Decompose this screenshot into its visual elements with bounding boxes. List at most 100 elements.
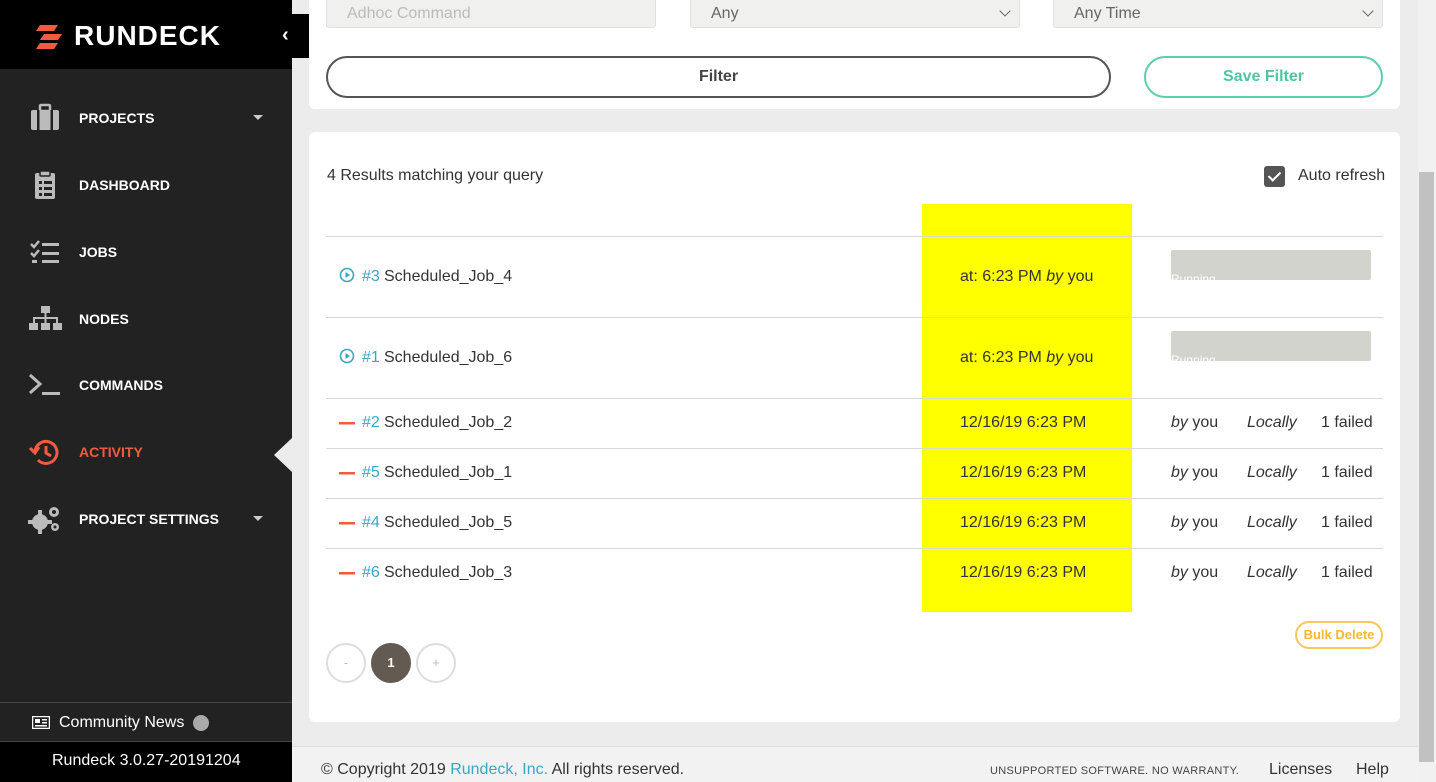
auto-refresh-checkbox[interactable] (1264, 166, 1285, 187)
sidebar-item-label: COMMANDS (79, 377, 163, 393)
execution-result: 1 failed (1321, 414, 1373, 431)
auto-refresh-toggle[interactable]: Auto refresh (1264, 166, 1386, 188)
executed-by: by you (1171, 414, 1218, 432)
execution-id-link[interactable]: #4 (362, 514, 380, 532)
save-filter-button[interactable]: Save Filter (1144, 56, 1383, 98)
sitemap-icon (29, 306, 62, 330)
running-play-icon (339, 348, 355, 364)
auto-refresh-label: Auto refresh (1298, 167, 1386, 184)
execution-result: 1 failed (1321, 564, 1373, 581)
job-name[interactable]: Scheduled_Job_1 (384, 464, 512, 482)
job-name[interactable]: Scheduled_Job_3 (384, 564, 512, 582)
by-text: by (1171, 414, 1188, 431)
scrollbar-thumb[interactable] (1419, 172, 1434, 762)
briefcase-icon (31, 103, 59, 130)
execution-row[interactable]: #3 Scheduled_Job_4 at: 6:23 PM by you Ru… (326, 236, 1383, 317)
sidebar-item-label: PROJECT SETTINGS (79, 511, 220, 527)
execution-id-link[interactable]: #3 (362, 268, 380, 286)
company-link[interactable]: Rundeck, Inc. (450, 761, 548, 778)
terminal-icon (28, 373, 60, 395)
executed-by: by you (1171, 564, 1218, 582)
execution-id-link[interactable]: #6 (362, 564, 380, 582)
sidebar-collapse-button[interactable]: ‹ (272, 14, 320, 58)
by-text: by (1046, 349, 1064, 366)
execution-time: at: 6:23 PM by you (960, 268, 1093, 286)
execution-node: Locally (1247, 564, 1297, 581)
time-text: at: 6:23 PM (960, 349, 1042, 366)
help-link[interactable]: Help (1356, 761, 1389, 779)
sidebar-item-dashboard[interactable]: DASHBOARD (0, 155, 292, 215)
failed-minus-icon (339, 522, 355, 525)
adhoc-command-input[interactable]: Adhoc Command (326, 0, 656, 28)
sidebar-item-projects[interactable]: PROJECTS (0, 88, 292, 148)
clipboard-icon (35, 170, 55, 199)
community-news-link[interactable]: Community News (0, 702, 292, 742)
sidebar-item-activity[interactable]: ACTIVITY (0, 422, 292, 482)
adhoc-command-placeholder: Adhoc Command (347, 5, 471, 22)
history-icon (28, 439, 59, 465)
copyright: © Copyright 2019 Rundeck, Inc. All right… (321, 761, 684, 779)
progress-bar: Running (1171, 331, 1371, 361)
time-select[interactable]: Any Time (1053, 0, 1383, 28)
sidebar-item-label: NODES (79, 311, 129, 327)
newspaper-icon (32, 716, 50, 729)
executed-by: by you (1171, 514, 1218, 532)
execution-row[interactable]: #5 Scheduled_Job_1 12/16/19 6:23 PM by y… (326, 448, 1383, 498)
job-name[interactable]: Scheduled_Job_6 (384, 349, 512, 367)
bulk-delete-button[interactable]: Bulk Delete (1295, 621, 1383, 649)
execution-node: Locally (1247, 514, 1297, 531)
page-scrollbar[interactable] (1418, 0, 1436, 782)
user-text: you (1067, 268, 1094, 285)
brand-header[interactable]: RUNDECK (0, 0, 292, 69)
execution-id-link[interactable]: #5 (362, 464, 380, 482)
sidebar-item-nodes[interactable]: NODES (0, 289, 292, 349)
execution-result: 1 failed (1321, 464, 1373, 481)
execution-time: at: 6:23 PM by you (960, 349, 1093, 367)
execution-id-link[interactable]: #1 (362, 349, 380, 367)
by-text: by (1171, 464, 1188, 481)
user-text: you (1192, 564, 1219, 581)
time-text: at: 6:23 PM (960, 268, 1042, 285)
user-text: you (1067, 349, 1094, 366)
execution-time: 12/16/19 6:23 PM (960, 514, 1087, 531)
by-text: by (1171, 514, 1188, 531)
user-text: you (1192, 514, 1219, 531)
sidebar-item-project-settings[interactable]: PROJECT SETTINGS (0, 489, 292, 549)
by-text: by (1171, 564, 1188, 581)
failed-minus-icon (339, 472, 355, 475)
execution-id-link[interactable]: #2 (362, 414, 380, 432)
status-select[interactable]: Any (690, 0, 1020, 28)
pagination-page-1[interactable]: 1 (371, 643, 411, 683)
job-name[interactable]: Scheduled_Job_4 (384, 268, 512, 286)
footer: © Copyright 2019 Rundeck, Inc. All right… (292, 746, 1418, 782)
pagination-prev-button[interactable]: - (326, 643, 366, 683)
execution-row[interactable]: #1 Scheduled_Job_6 at: 6:23 PM by you Ru… (326, 317, 1383, 398)
execution-node: Locally (1247, 464, 1297, 481)
time-select-value: Any Time (1074, 5, 1141, 22)
sidebar-item-label: ACTIVITY (79, 444, 143, 460)
brand-name: RUNDECK (74, 20, 221, 51)
user-text: you (1192, 464, 1219, 481)
job-name[interactable]: Scheduled_Job_5 (384, 514, 512, 532)
execution-row[interactable]: #2 Scheduled_Job_2 12/16/19 6:23 PM by y… (326, 398, 1383, 448)
progress-bar: Running (1171, 250, 1371, 280)
version-label: Rundeck 3.0.27-20191204 (52, 752, 241, 769)
chevron-down-icon (999, 5, 1011, 17)
job-name[interactable]: Scheduled_Job_2 (384, 414, 512, 432)
by-text: by (1046, 268, 1064, 285)
filter-button[interactable]: Filter (326, 56, 1111, 98)
licenses-link[interactable]: Licenses (1269, 761, 1332, 779)
execution-row[interactable]: #6 Scheduled_Job_3 12/16/19 6:23 PM by y… (326, 548, 1383, 604)
copyright-prefix: © Copyright 2019 (321, 761, 446, 778)
progress-label: Running (1171, 272, 1216, 280)
execution-row[interactable]: #4 Scheduled_Job_5 12/16/19 6:23 PM by y… (326, 498, 1383, 548)
status-select-value: Any (711, 5, 739, 22)
chevron-left-icon: ‹ (282, 24, 289, 46)
pagination-next-button[interactable]: + (416, 643, 456, 683)
executed-by: by you (1171, 464, 1218, 482)
failed-minus-icon (339, 572, 355, 575)
caret-down-icon (253, 516, 263, 521)
checklist-icon (30, 240, 59, 263)
sidebar-item-commands[interactable]: COMMANDS (0, 355, 292, 415)
sidebar-item-jobs[interactable]: JOBS (0, 222, 292, 282)
